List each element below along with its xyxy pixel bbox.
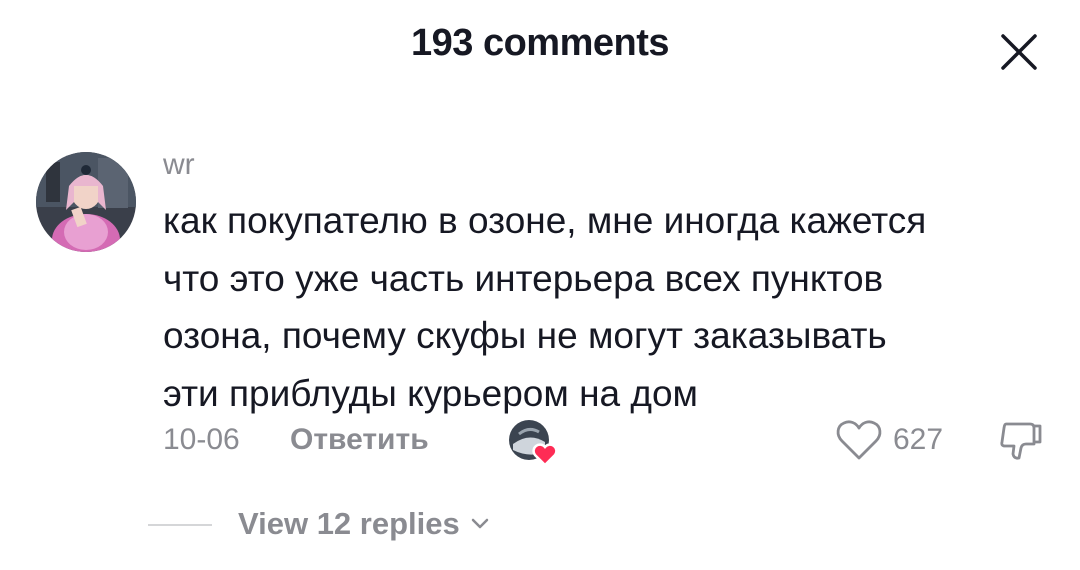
comment-line: как покупателю в озоне, мне иногда кажет… (163, 200, 927, 241)
comment-username[interactable]: wr (163, 148, 195, 182)
replies-divider (148, 524, 212, 526)
comment-line: эти приблуды курьером на дом (163, 372, 698, 414)
avatar[interactable] (36, 152, 136, 252)
chevron-down-icon (471, 518, 488, 529)
reply-button[interactable]: Ответить (290, 423, 429, 457)
close-icon (1001, 34, 1037, 70)
like-count: 627 (893, 423, 944, 456)
view-replies-button[interactable]: View 12 replies (238, 506, 490, 542)
dislike-button[interactable] (996, 416, 1044, 464)
comment-text: как покупателю в озоне, мне иногда кажет… (163, 192, 1043, 422)
comment-line: озона, почему скуфы не могут заказывать (163, 315, 887, 356)
heart-outline-icon (836, 420, 882, 460)
comment-date: 10-06 (163, 423, 240, 456)
like-button[interactable] (835, 418, 883, 462)
creator-liked-badge (505, 418, 561, 467)
thumbs-down-icon (1000, 422, 1042, 460)
comment-line: что это уже часть интерьера всех пунктов (163, 257, 884, 299)
view-replies-label: View 12 replies (238, 506, 460, 541)
comments-title: 193 comments (410, 22, 670, 64)
close-button[interactable] (996, 28, 1042, 74)
